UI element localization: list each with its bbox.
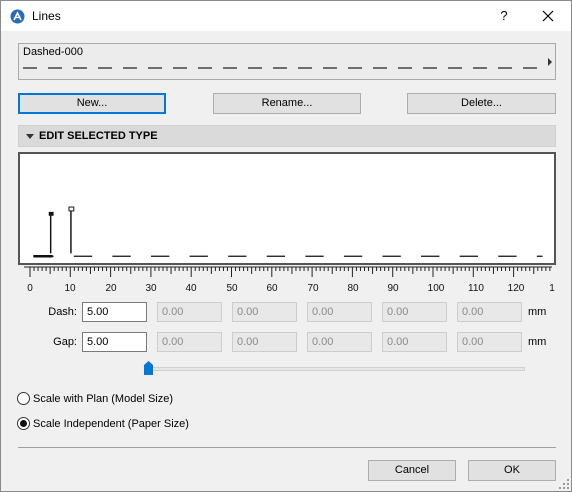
ruler-label: 1: [549, 283, 555, 294]
ruler-label: 60: [266, 283, 278, 294]
footer-divider: [18, 447, 556, 448]
edit-selected-type-header[interactable]: EDIT SELECTED TYPE: [18, 125, 556, 147]
help-button[interactable]: ?: [487, 3, 521, 29]
delete-button[interactable]: Delete...: [407, 93, 556, 114]
line-type-name: Dashed-000: [23, 46, 83, 58]
dash-field-4[interactable]: [307, 302, 372, 322]
ruler-label: 120: [508, 283, 525, 294]
ruler-label: 80: [347, 283, 359, 294]
section-title: EDIT SELECTED TYPE: [39, 130, 158, 142]
gap-field-5[interactable]: [382, 332, 447, 352]
archicad-logo-icon: [10, 9, 25, 24]
close-icon[interactable]: [531, 3, 565, 29]
ruler-label: 110: [468, 283, 484, 294]
gap-unit: mm: [528, 336, 547, 348]
ruler-label: 50: [226, 283, 238, 294]
gap-field-1[interactable]: [82, 332, 147, 352]
line-pattern-editor[interactable]: [18, 152, 556, 265]
ruler-label: 100: [428, 283, 445, 294]
scale-model-label[interactable]: Scale with Plan (Model Size): [33, 393, 173, 405]
scale-paper-label[interactable]: Scale Independent (Paper Size): [33, 418, 189, 430]
segment-slider-thumb[interactable]: [144, 361, 153, 375]
gap-label: Gap:: [53, 336, 77, 348]
segment-slider-track[interactable]: [148, 367, 525, 371]
ruler-label: 40: [185, 283, 197, 294]
measurement-ruler: 0 10 20 30 40 50 60 70 80 90 100 110 120…: [24, 266, 555, 294]
ok-button[interactable]: OK: [468, 460, 556, 481]
gap-field-3[interactable]: [232, 332, 297, 352]
chevron-down-icon[interactable]: [26, 134, 34, 139]
resize-grip-icon[interactable]: [559, 479, 569, 489]
ruler-label: 10: [64, 283, 76, 294]
lines-dialog: Lines ? Dashed-000 New... Rename... Dele…: [0, 0, 572, 492]
ruler-label: 30: [145, 283, 157, 294]
ruler-label: 0: [27, 283, 33, 294]
dash-field-2[interactable]: [157, 302, 222, 322]
window-title: Lines: [32, 9, 61, 23]
dash-field-6[interactable]: [457, 302, 522, 322]
gap-field-6[interactable]: [457, 332, 522, 352]
dash-unit: mm: [528, 306, 547, 318]
ruler-label: 20: [105, 283, 117, 294]
dash-label: Dash:: [48, 306, 77, 318]
scale-model-radio[interactable]: [17, 392, 30, 405]
dash-field-5[interactable]: [382, 302, 447, 322]
dash-field-3[interactable]: [232, 302, 297, 322]
line-type-selector[interactable]: Dashed-000: [18, 43, 556, 80]
cancel-button[interactable]: Cancel: [368, 460, 456, 481]
dash-field-1[interactable]: [82, 302, 147, 322]
line-type-preview: [23, 67, 545, 69]
gap-field-4[interactable]: [307, 332, 372, 352]
rename-button[interactable]: Rename...: [213, 93, 361, 114]
title-bar: Lines ?: [1, 1, 571, 31]
ruler-label: 90: [387, 283, 399, 294]
chevron-right-icon[interactable]: [548, 58, 552, 66]
ruler-label: 70: [307, 283, 319, 294]
gap-field-2[interactable]: [157, 332, 222, 352]
scale-paper-radio[interactable]: [17, 417, 30, 430]
new-button[interactable]: New...: [18, 93, 166, 114]
